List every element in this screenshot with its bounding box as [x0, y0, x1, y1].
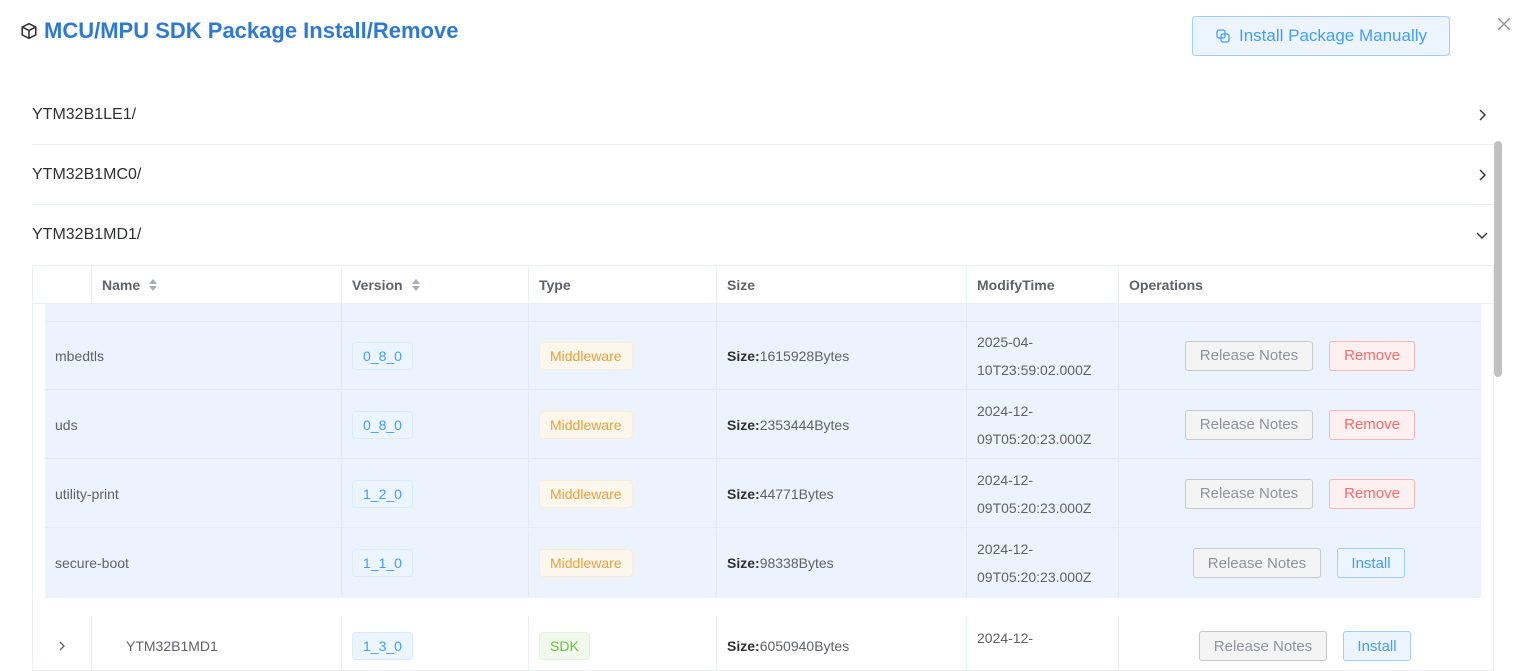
- collapse-item-label: YTM32B1MC0/: [32, 165, 142, 183]
- dialog-scrollbar[interactable]: [1494, 141, 1502, 377]
- collapse-item-ytm32b1mc0[interactable]: YTM32B1MC0/: [32, 145, 1495, 205]
- install-package-manually-button[interactable]: Install Package Manually: [1192, 16, 1450, 56]
- modify-time-date: 2024-12-: [977, 471, 1034, 488]
- collapse-item-ytm32b1md1[interactable]: YTM32B1MD1/: [32, 205, 1495, 265]
- collapse-item-label: YTM32B1MD1/: [32, 226, 142, 243]
- type-tag: SDK: [539, 632, 590, 660]
- size-label: Size:: [727, 555, 760, 571]
- size-value: 1615928Bytes: [759, 347, 850, 364]
- install-package-manually-label: Install Package Manually: [1238, 26, 1428, 45]
- column-header-type-label: Type: [539, 277, 571, 293]
- chevron-right-icon[interactable]: [56, 640, 68, 652]
- modify-time-date: 2024-12-: [977, 630, 1034, 646]
- close-icon[interactable]: [1496, 16, 1512, 32]
- modify-time-date: 2025-04-: [977, 333, 1034, 350]
- chevron-down-icon: [1476, 232, 1488, 239]
- install-button[interactable]: Install: [1337, 548, 1405, 578]
- column-header-size: Size: [717, 266, 967, 304]
- version-tag: 0_8_0: [352, 410, 413, 439]
- release-notes-button[interactable]: Release Notes: [1185, 478, 1313, 509]
- column-header-size-label: Size: [727, 277, 756, 293]
- table-row: utility-print 1_2_0 Middleware Size: 4477…: [45, 460, 1481, 528]
- table-row: secure-boot 1_1_0 Middleware Size: 98338B…: [45, 529, 1481, 597]
- package-table: Name Version Type Size ModifyTime Operat…: [32, 265, 1494, 671]
- version-tag: 1_1_0: [352, 549, 413, 577]
- package-name: uds: [55, 416, 78, 433]
- dialog-title: MCU/MPU SDK Package Install/Remove: [20, 18, 458, 44]
- package-name: YTM32B1MD1: [126, 638, 218, 654]
- column-header-name-label: Name: [102, 277, 141, 293]
- column-header-name[interactable]: Name: [92, 266, 342, 304]
- type-tag: Middleware: [539, 341, 633, 370]
- remove-button[interactable]: Remove: [1329, 340, 1415, 371]
- release-notes-button[interactable]: Release Notes: [1193, 548, 1321, 578]
- version-tag: 0_8_0: [352, 341, 413, 370]
- size-value: 44771Bytes: [759, 485, 834, 502]
- remove-button[interactable]: Remove: [1329, 478, 1415, 509]
- column-header-operations-label: Operations: [1129, 277, 1203, 293]
- column-header-version-label: Version: [352, 277, 403, 293]
- size-value: 2353444Bytes: [759, 416, 850, 433]
- modify-time-clock: 09T05:20:23.000Z: [977, 430, 1092, 447]
- expanded-subtable: 09T05:20:23.000Z mbedtls 0_8_0 Middlewar…: [45, 266, 1481, 598]
- expand-column-header: [33, 266, 92, 304]
- release-notes-button[interactable]: Release Notes: [1185, 340, 1313, 371]
- size-label: Size:: [727, 485, 760, 502]
- type-tag: Middleware: [539, 549, 633, 577]
- type-tag: Middleware: [539, 479, 633, 508]
- chevron-right-icon: [1479, 109, 1486, 120]
- collapse-item-ytm32b1le1[interactable]: YTM32B1LE1/: [32, 85, 1495, 145]
- release-notes-button[interactable]: Release Notes: [1199, 631, 1327, 661]
- package-name: mbedtls: [55, 347, 105, 364]
- sort-caret-icon[interactable]: [411, 278, 421, 292]
- release-notes-button[interactable]: Release Notes: [1185, 409, 1313, 440]
- package-name: utility-print: [55, 485, 119, 502]
- type-tag: Middleware: [539, 410, 633, 439]
- package-name: secure-boot: [55, 555, 129, 571]
- table-row: mbedtls 0_8_0 Middleware Size: 1615928Byt…: [45, 322, 1481, 390]
- column-header-version[interactable]: Version: [342, 266, 529, 304]
- chevron-right-icon: [1479, 169, 1486, 180]
- copy-icon: [1216, 29, 1230, 43]
- size-value: 98338Bytes: [759, 555, 834, 571]
- collapse-item-label: YTM32B1LE1/: [32, 105, 137, 123]
- modify-time-clock: 10T23:59:02.000Z: [977, 361, 1092, 378]
- install-button[interactable]: Install: [1343, 631, 1411, 661]
- column-header-modifytime: ModifyTime: [967, 266, 1119, 304]
- column-header-modifytime-label: ModifyTime: [977, 277, 1055, 293]
- page-title: MCU/MPU SDK Package Install/Remove: [44, 18, 459, 43]
- cube-icon: [21, 22, 37, 40]
- size-value: 6050940Bytes: [759, 638, 850, 654]
- table-row-sdk: YTM32B1MD1 1_3_0 SDK Size: 6050940Bytes 2…: [33, 616, 1493, 670]
- column-header-operations: Operations: [1119, 266, 1493, 304]
- remove-button[interactable]: Remove: [1329, 409, 1415, 440]
- modify-time-date: 2024-12-: [977, 541, 1034, 557]
- version-tag: 1_3_0: [352, 632, 413, 660]
- sort-caret-icon[interactable]: [148, 278, 158, 292]
- modify-time-clock: 09T05:20:23.000Z: [977, 499, 1092, 516]
- modify-time-clock: 09T05:20:23.000Z: [977, 569, 1092, 585]
- modify-time-date: 2024-12-: [977, 402, 1034, 419]
- table-row: uds 0_8_0 Middleware Size: 2353444Bytes 2…: [45, 391, 1481, 459]
- size-label: Size:: [727, 416, 760, 433]
- table-header: Name Version Type Size ModifyTime Operat…: [33, 266, 1493, 304]
- size-label: Size:: [727, 347, 760, 364]
- size-label: Size:: [727, 638, 760, 654]
- column-header-type: Type: [529, 266, 717, 304]
- version-tag: 1_2_0: [352, 479, 413, 508]
